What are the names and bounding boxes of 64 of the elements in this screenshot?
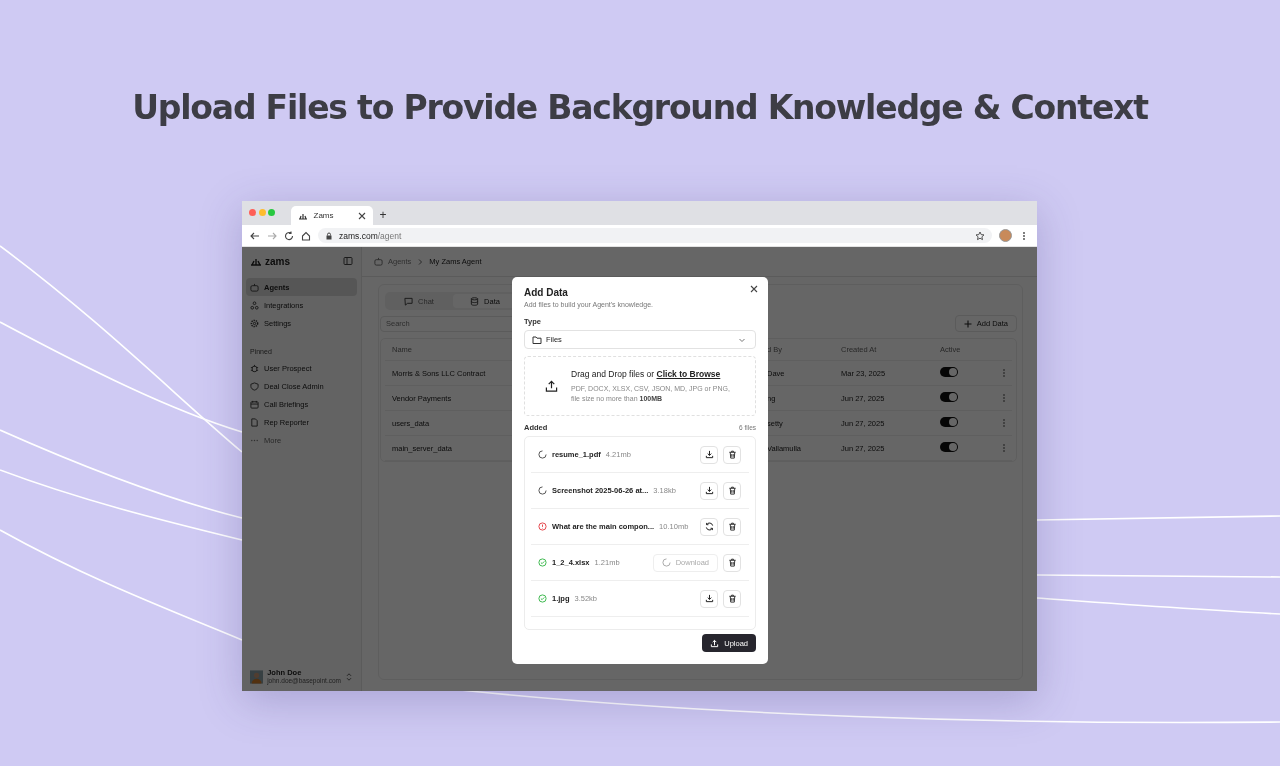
check-circle-icon xyxy=(538,558,547,567)
trash-icon xyxy=(727,522,737,531)
check-circle-icon xyxy=(538,594,547,603)
sidebar-toggle-icon[interactable] xyxy=(343,256,353,266)
download-button[interactable] xyxy=(700,589,718,608)
delete-button[interactable] xyxy=(723,589,741,608)
folder-icon xyxy=(532,334,542,345)
nodes-icon xyxy=(250,300,259,310)
toggle-switch[interactable] xyxy=(940,442,958,452)
trash-icon xyxy=(727,450,737,459)
retry-button[interactable] xyxy=(700,517,718,536)
lock-icon xyxy=(325,231,333,240)
download-button[interactable] xyxy=(700,445,718,464)
home-icon[interactable] xyxy=(301,230,311,241)
trash-icon xyxy=(727,594,737,603)
close-icon[interactable] xyxy=(357,211,366,220)
delete-button[interactable] xyxy=(723,481,741,500)
close-icon[interactable] xyxy=(750,285,758,293)
download-button[interactable] xyxy=(700,481,718,500)
spinner-icon xyxy=(661,558,671,567)
trash-icon xyxy=(727,486,737,495)
logo-text: zams xyxy=(265,255,290,267)
close-window-icon[interactable] xyxy=(249,209,256,216)
spinner-icon xyxy=(538,450,547,459)
headline: Upload Files to Provide Background Knowledge & Context xyxy=(131,87,1150,129)
browser-tab[interactable]: Zams xyxy=(290,206,373,225)
upload-icon xyxy=(710,638,720,648)
download-icon xyxy=(704,450,714,459)
toggle-switch[interactable] xyxy=(940,392,958,402)
address-bar[interactable]: zams.com/agent xyxy=(318,228,992,243)
refresh-icon xyxy=(704,522,714,531)
delete-button[interactable] xyxy=(723,553,741,572)
error-icon xyxy=(538,522,547,531)
chevron-up-down-icon[interactable] xyxy=(345,673,353,681)
chevron-right-icon xyxy=(416,257,425,266)
new-tab-button[interactable]: + xyxy=(379,208,387,222)
bug-icon xyxy=(250,363,259,373)
drop-instructions: Drag and Drop files or xyxy=(571,369,655,379)
back-icon[interactable] xyxy=(250,230,260,241)
delete-button[interactable] xyxy=(723,445,741,464)
dialog-title: Add Data xyxy=(524,287,568,298)
forward-icon[interactable] xyxy=(267,230,277,241)
reload-icon[interactable] xyxy=(284,230,294,241)
toggle-switch[interactable] xyxy=(940,367,958,377)
upload-icon xyxy=(545,379,558,393)
download-icon xyxy=(704,486,714,495)
star-icon[interactable] xyxy=(975,230,985,241)
profile-avatar[interactable] xyxy=(999,229,1012,242)
delete-button[interactable] xyxy=(723,517,741,536)
robot-icon xyxy=(374,257,383,266)
trash-icon xyxy=(727,558,737,567)
shield-icon xyxy=(250,381,259,391)
browse-link[interactable]: Click to Browse xyxy=(656,369,721,379)
calendar-icon xyxy=(250,399,259,409)
plus-icon xyxy=(963,319,972,328)
robot-icon xyxy=(250,282,259,292)
user-avatar xyxy=(250,669,264,685)
chat-icon xyxy=(404,296,414,306)
document-icon xyxy=(250,417,259,427)
download-icon xyxy=(704,594,714,603)
spinner-icon xyxy=(538,486,547,495)
database-icon xyxy=(470,296,480,306)
settings-icon xyxy=(250,318,259,328)
toggle-switch[interactable] xyxy=(940,417,958,427)
